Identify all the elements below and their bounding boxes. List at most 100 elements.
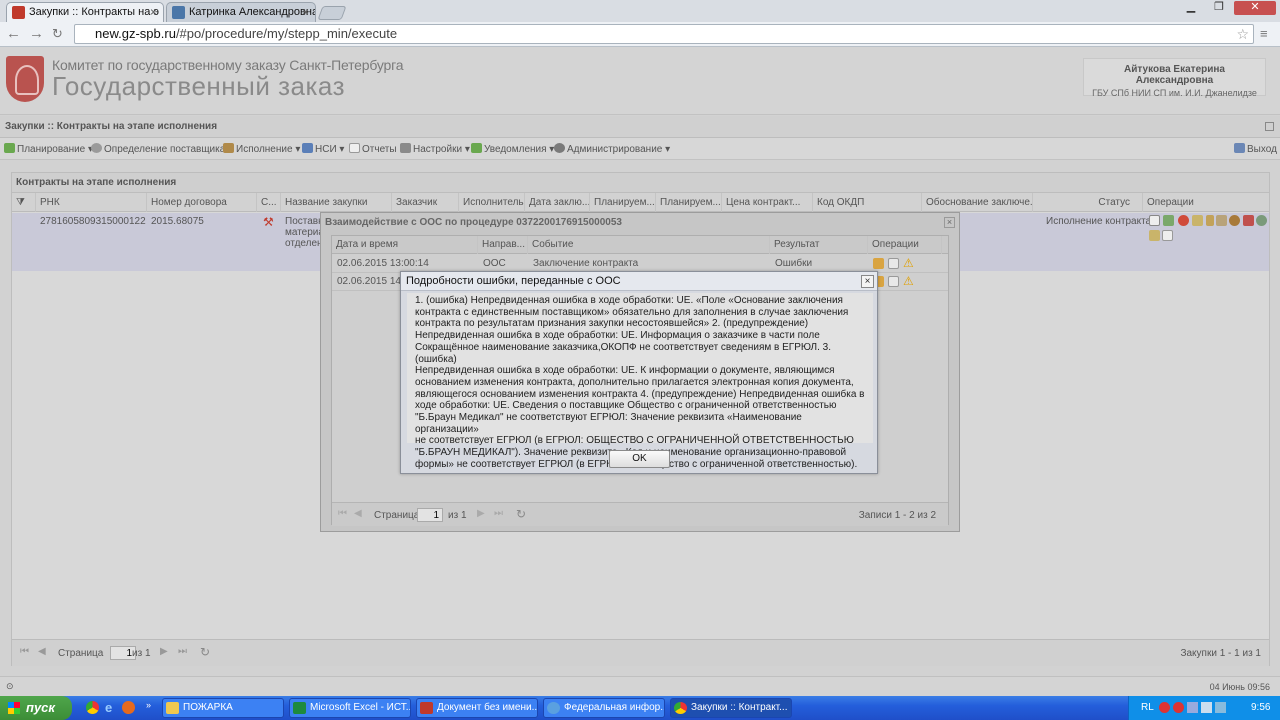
col-header[interactable]: Дата заклю...: [525, 193, 590, 212]
new-tab-button[interactable]: [317, 6, 347, 20]
col-header[interactable]: Обоснование заключе...: [922, 193, 1033, 212]
col-header[interactable]: Заказчик: [392, 193, 459, 212]
start-button[interactable]: пуск: [0, 696, 72, 720]
taskbar-label: Федеральная инфор...: [564, 702, 665, 713]
spb-coat-of-arms-logo: [6, 56, 44, 102]
menu-notifications[interactable]: Уведомления ▾: [471, 143, 554, 155]
col-header[interactable]: Исполнитель: [459, 193, 525, 212]
taskbar-item-document[interactable]: Документ без имени...: [416, 698, 538, 718]
col-header[interactable]: Дата и время: [332, 236, 478, 254]
refresh-icon[interactable]: ↻: [516, 507, 526, 521]
bookmark-star-icon[interactable]: ☆: [1236, 25, 1249, 43]
minimize-icon[interactable]: ▁: [1178, 1, 1204, 15]
page-header: Комитет по государственному заказу Санкт…: [0, 47, 1280, 115]
tools-icon[interactable]: ⚒: [263, 215, 274, 229]
cell-result: Ошибки: [775, 258, 813, 269]
expand-quicklaunch-icon[interactable]: »: [146, 700, 151, 710]
col-header[interactable]: С...: [257, 193, 281, 212]
taskbar-item-excel[interactable]: Microsoft Excel - ИСТ...: [289, 698, 411, 718]
ie-quicklaunch-icon[interactable]: e: [105, 700, 112, 715]
first-page-icon[interactable]: ⏮: [20, 646, 29, 657]
cell-status: Исполнение контракта: [1046, 216, 1152, 227]
prev-page-icon[interactable]: ◀: [354, 508, 362, 519]
next-page-icon[interactable]: ▶: [160, 646, 168, 657]
prev-page-icon[interactable]: ◀: [38, 646, 46, 657]
menu-nsi[interactable]: НСИ ▾: [302, 143, 344, 155]
back-icon[interactable]: ←: [6, 25, 21, 42]
seal-icon[interactable]: [1229, 215, 1240, 226]
close-icon[interactable]: ×: [944, 217, 955, 228]
col-header[interactable]: Планируем...: [590, 193, 656, 212]
address-bar[interactable]: new.gz-spb.ru/#po/procedure/my/stepp_min…: [74, 24, 1254, 44]
menu-administration[interactable]: Администрирование ▾: [554, 143, 670, 155]
page-input[interactable]: [417, 508, 443, 522]
taskbar-item-purchases[interactable]: Закупки :: Контракт...: [670, 698, 792, 718]
page-of: из 1: [448, 510, 467, 521]
col-header[interactable]: Номер договора: [147, 193, 257, 212]
ok-button[interactable]: OK: [609, 450, 670, 468]
last-page-icon[interactable]: ⏭: [178, 646, 187, 657]
col-header[interactable]: Результат: [770, 236, 868, 254]
refresh-icon[interactable]: ↻: [200, 645, 210, 659]
exit-button[interactable]: Выход: [1234, 143, 1277, 155]
system-tray: RL 9:56: [1128, 696, 1280, 720]
close-icon[interactable]: ×: [861, 275, 874, 288]
volume-icon[interactable]: [1201, 702, 1212, 713]
browser-tab[interactable]: Катринка Александровна ×: [166, 2, 316, 22]
bottle-icon[interactable]: [1206, 215, 1214, 226]
next-page-icon[interactable]: ▶: [477, 508, 485, 519]
users-icon[interactable]: [1243, 215, 1254, 226]
tray-app-icon[interactable]: [1159, 702, 1170, 713]
menu-supplier[interactable]: Определение поставщика ▾: [91, 143, 233, 155]
reload-icon[interactable]: ↻: [52, 26, 63, 42]
taskbar-item-folder[interactable]: ПОЖАРКА: [162, 698, 284, 718]
menu-reports[interactable]: Отчеты: [349, 143, 397, 155]
package-icon[interactable]: [873, 258, 884, 269]
document-icon[interactable]: [888, 258, 899, 269]
warning-icon[interactable]: ⚠: [903, 256, 914, 270]
forward-icon[interactable]: →: [29, 25, 44, 42]
admin-icon: [554, 143, 565, 153]
chrome-quicklaunch-icon[interactable]: [86, 701, 99, 714]
network-icon[interactable]: [1187, 702, 1198, 713]
stop-icon[interactable]: [1178, 215, 1189, 226]
col-header[interactable]: Направ...: [478, 236, 528, 254]
col-header[interactable]: Название закупки: [281, 193, 392, 212]
file-icon[interactable]: [1192, 215, 1203, 226]
col-header[interactable]: РНК: [36, 193, 147, 212]
col-header[interactable]: Код ОКДП: [813, 193, 922, 212]
col-header[interactable]: Цена контракт...: [722, 193, 813, 212]
col-header[interactable]: Статус: [1033, 193, 1143, 212]
settings-icon[interactable]: [1256, 215, 1267, 226]
document-icon[interactable]: [1149, 215, 1160, 226]
close-tab-icon[interactable]: ×: [150, 3, 157, 21]
maximize-icon[interactable]: ❐: [1206, 1, 1232, 15]
edit-icon[interactable]: [1163, 215, 1174, 226]
language-indicator[interactable]: RL: [1141, 696, 1154, 720]
menu-settings[interactable]: Настройки ▾: [400, 143, 470, 155]
tray-icon[interactable]: [1215, 702, 1226, 713]
menu-execution[interactable]: Исполнение ▾: [223, 143, 300, 155]
filter-icon[interactable]: ⧩: [12, 193, 36, 212]
col-header[interactable]: Планируем...: [656, 193, 722, 212]
tray-app-icon[interactable]: [1173, 702, 1184, 713]
close-tab-icon[interactable]: ×: [302, 3, 309, 21]
first-page-icon[interactable]: ⏮: [338, 508, 347, 519]
page-icon[interactable]: [1162, 230, 1173, 241]
close-window-icon[interactable]: ✕: [1234, 1, 1276, 15]
menu-planning[interactable]: Планирование ▾: [4, 143, 93, 155]
col-header[interactable]: Операции: [1143, 193, 1269, 212]
warning-icon[interactable]: ⚠: [903, 274, 914, 288]
chart-icon[interactable]: [1216, 215, 1227, 226]
taskbar-item-federal[interactable]: Федеральная инфор...: [543, 698, 665, 718]
collapse-icon[interactable]: [1265, 122, 1274, 131]
cell-datetime: 02.06.2015 13:00:14: [337, 258, 429, 269]
last-page-icon[interactable]: ⏭: [494, 508, 503, 519]
chrome-menu-icon[interactable]: ≡: [1260, 26, 1268, 41]
col-header[interactable]: Событие: [528, 236, 770, 254]
firefox-quicklaunch-icon[interactable]: [122, 701, 135, 714]
document-icon[interactable]: [888, 276, 899, 287]
archive-icon[interactable]: [1149, 230, 1160, 241]
col-header[interactable]: Операции: [868, 236, 942, 254]
browser-tab-active[interactable]: Закупки :: Контракты на э ×: [6, 2, 164, 22]
